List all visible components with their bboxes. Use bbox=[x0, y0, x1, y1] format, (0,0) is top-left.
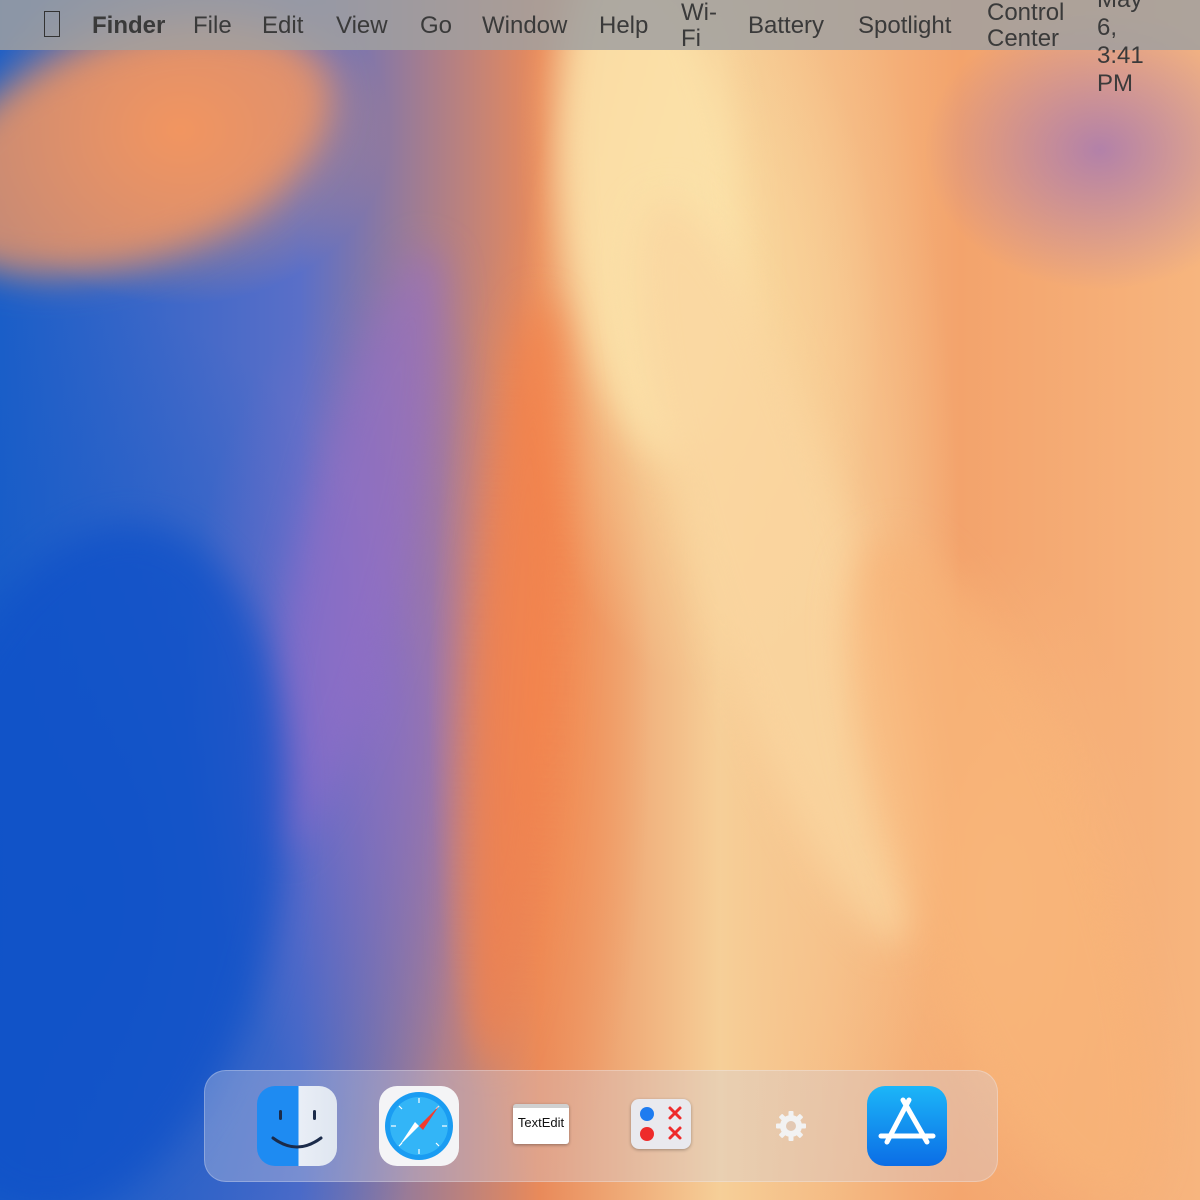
menu-go[interactable]: Go bbox=[420, 12, 452, 40]
textedit-icon[interactable]: TextEdit bbox=[501, 1086, 581, 1166]
menu-view[interactable]: View bbox=[336, 12, 388, 40]
battery-status[interactable]: Battery bbox=[748, 12, 824, 40]
clock[interactable]: May 6, 3:41 PM bbox=[1097, 0, 1144, 98]
gear-icon bbox=[776, 1111, 806, 1141]
textedit-label: TextEdit bbox=[513, 1104, 569, 1144]
wifi-label-line1: Wi- bbox=[681, 0, 717, 26]
clock-line3: 3:41 bbox=[1097, 42, 1144, 69]
tic-tac-toe-board-icon bbox=[640, 1106, 682, 1141]
menu-edit[interactable]: Edit bbox=[262, 12, 303, 40]
menu-file[interactable]: File bbox=[193, 12, 232, 40]
tic-tac-toe-icon[interactable] bbox=[631, 1099, 691, 1149]
wifi-label-line2: Fi bbox=[681, 25, 701, 52]
control-center-button[interactable]: Control Center bbox=[987, 0, 1064, 52]
menu-app-name[interactable]: Finder bbox=[92, 12, 165, 40]
menu-bar: Finder File Edit View Go Window Help Wi-… bbox=[0, 0, 1200, 97]
spotlight-button[interactable]: Spotlight bbox=[858, 12, 951, 40]
finder-face-icon bbox=[271, 1110, 323, 1149]
wifi-status[interactable]: Wi- Fi bbox=[681, 0, 717, 52]
settings-gear-icon[interactable] bbox=[751, 1086, 831, 1166]
desktop-wallpaper: Finder File Edit View Go Window Help Wi-… bbox=[0, 0, 1200, 1200]
menu-help[interactable]: Help bbox=[599, 12, 648, 40]
control-center-line2: Center bbox=[987, 25, 1060, 52]
safari-compass-icon bbox=[385, 1092, 453, 1160]
menu-window[interactable]: Window bbox=[482, 12, 567, 40]
finder-icon[interactable] bbox=[257, 1086, 337, 1166]
control-center-line1: Control bbox=[987, 0, 1065, 26]
clock-line2: 6, bbox=[1097, 14, 1118, 41]
wallpaper-streak bbox=[443, 297, 587, 1063]
app-store-a-icon bbox=[878, 1097, 936, 1145]
clock-line1: May bbox=[1097, 0, 1144, 14]
clock-line4: PM bbox=[1097, 70, 1133, 97]
safari-icon[interactable] bbox=[379, 1086, 459, 1166]
app-store-icon[interactable] bbox=[867, 1086, 947, 1166]
apple-logo-icon[interactable] bbox=[44, 11, 60, 37]
dock: TextEdit bbox=[204, 1070, 998, 1182]
